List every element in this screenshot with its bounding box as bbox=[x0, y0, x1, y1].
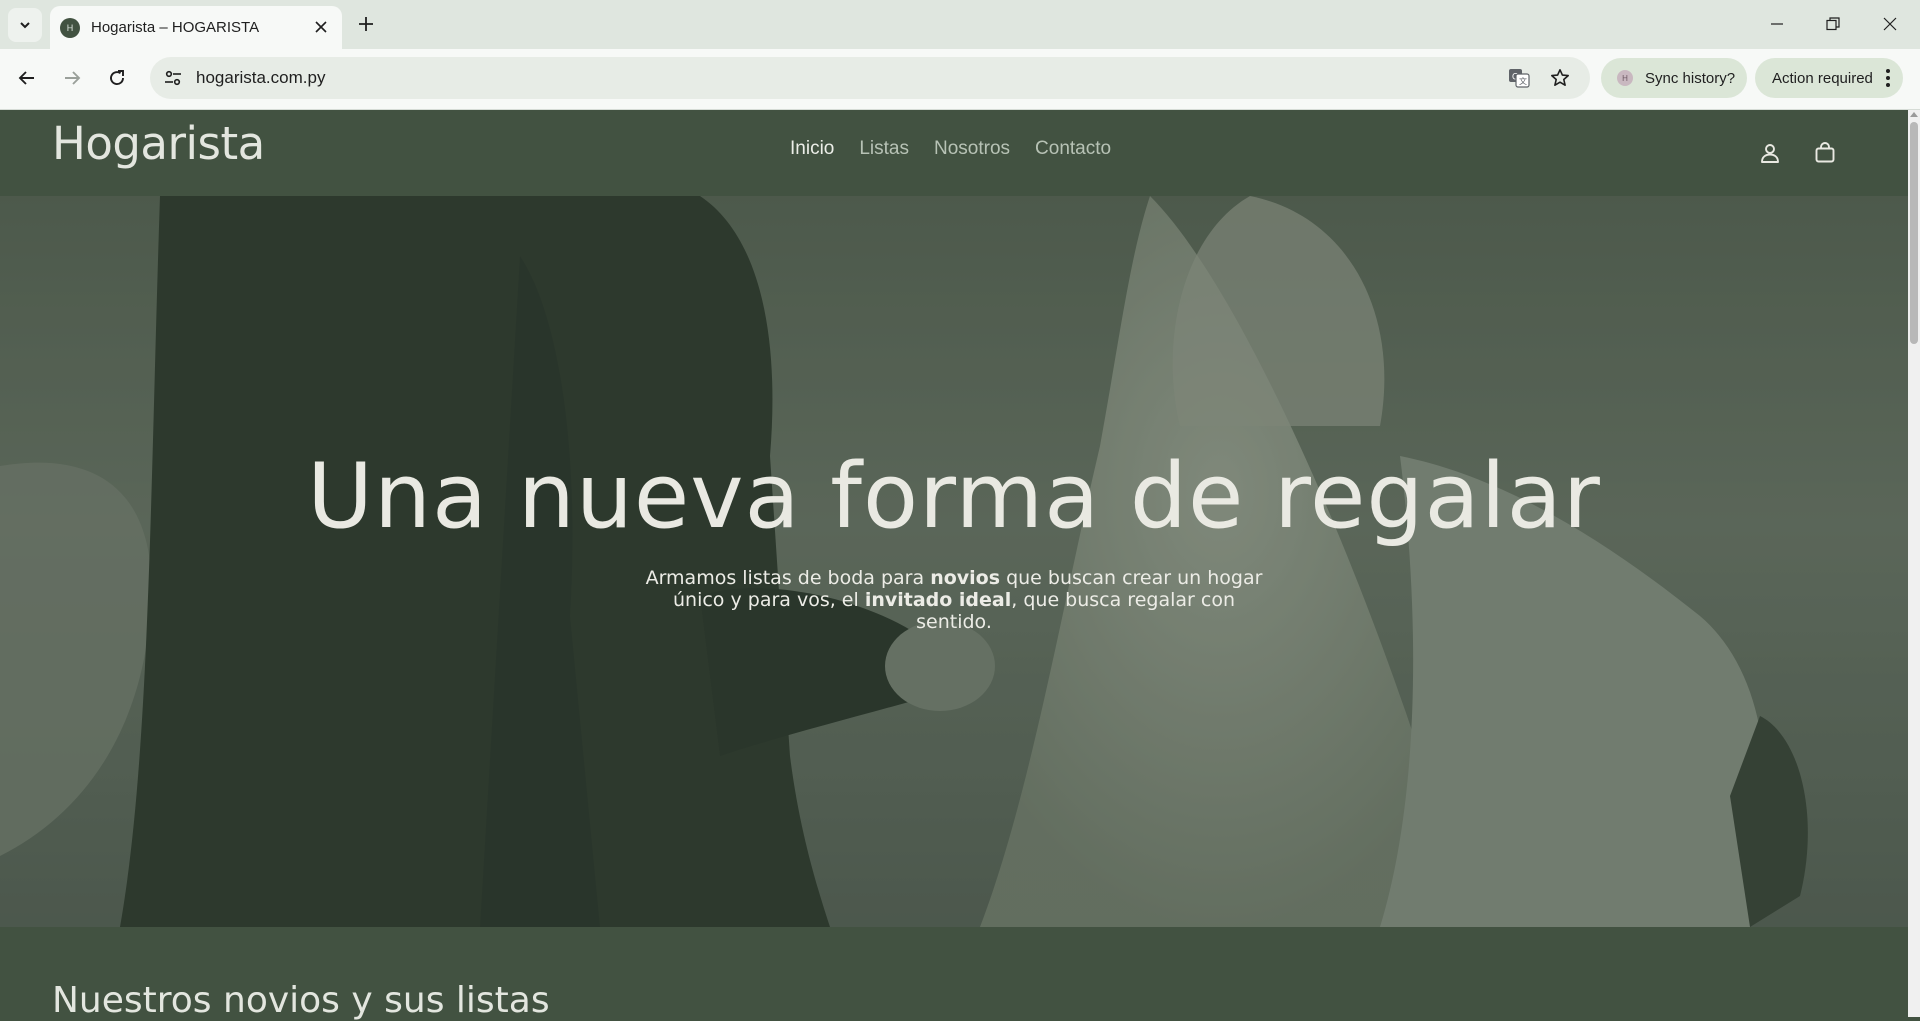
star-icon bbox=[1551, 69, 1569, 86]
site-info-button[interactable] bbox=[162, 67, 184, 89]
profile-avatar: H bbox=[1617, 70, 1633, 86]
close-icon bbox=[315, 21, 327, 33]
scrollbar-thumb[interactable] bbox=[1910, 122, 1918, 344]
site-favicon-icon: H bbox=[60, 17, 80, 38]
minimize-button[interactable] bbox=[1762, 10, 1792, 38]
restore-button[interactable] bbox=[1818, 10, 1848, 38]
reload-icon bbox=[110, 70, 124, 85]
site-header: Hogarista Inicio Listas Nosotros Contact… bbox=[0, 110, 1908, 196]
reload-button[interactable] bbox=[102, 63, 132, 93]
address-bar[interactable]: hogarista.com.py G 文 bbox=[150, 57, 1590, 99]
tab-bar: H Hogarista – HOGARISTA bbox=[0, 0, 1920, 49]
svg-text:文: 文 bbox=[1519, 76, 1527, 86]
more-vert-icon bbox=[1885, 69, 1890, 87]
back-button[interactable] bbox=[12, 63, 42, 93]
bookmark-button[interactable] bbox=[1549, 67, 1571, 89]
arrow-right-icon bbox=[65, 71, 81, 85]
close-icon bbox=[1883, 17, 1897, 31]
hero-title: Una nueva forma de regalar bbox=[307, 444, 1601, 549]
hero-subtitle: Armamos listas de boda para novios que b… bbox=[644, 567, 1264, 633]
hero-banner: Una nueva forma de regalar Armamos lista… bbox=[0, 196, 1908, 927]
tab-title: Hogarista – HOGARISTA bbox=[91, 19, 260, 36]
translate-icon: G 文 bbox=[1509, 69, 1530, 88]
close-window-button[interactable] bbox=[1875, 10, 1905, 38]
tab-close-button[interactable] bbox=[312, 18, 330, 36]
nav-link-inicio[interactable]: Inicio bbox=[790, 138, 834, 160]
translate-button[interactable]: G 文 bbox=[1508, 67, 1530, 89]
nav-link-nosotros[interactable]: Nosotros bbox=[934, 138, 1010, 160]
site-logo[interactable]: Hogarista bbox=[52, 117, 265, 170]
scroll-up-icon[interactable] bbox=[1910, 112, 1918, 117]
main-nav: Inicio Listas Nosotros Contacto bbox=[790, 138, 1111, 160]
browser-toolbar: hogarista.com.py G 文 H Sync history? Act… bbox=[0, 49, 1920, 110]
action-required-label: Action required bbox=[1772, 69, 1873, 87]
hero-subtitle-text: Armamos listas de boda para bbox=[645, 567, 931, 589]
section-title: Nuestros novios y sus listas bbox=[52, 980, 550, 1021]
sync-history-label: Sync history? bbox=[1645, 69, 1736, 87]
minimize-icon bbox=[1771, 23, 1783, 25]
nav-link-contacto[interactable]: Contacto bbox=[1035, 138, 1111, 160]
forward-button[interactable] bbox=[57, 63, 87, 93]
account-button[interactable] bbox=[1757, 140, 1783, 166]
chevron-down-icon bbox=[20, 22, 30, 29]
browser-tab[interactable]: H Hogarista – HOGARISTA bbox=[50, 6, 342, 49]
url-text[interactable]: hogarista.com.py bbox=[196, 68, 325, 88]
hero-subtitle-bold-novios: novios bbox=[930, 567, 1001, 589]
tab-search-button[interactable] bbox=[8, 8, 42, 42]
user-icon bbox=[1761, 144, 1779, 163]
restore-icon bbox=[1826, 17, 1840, 31]
shopping-bag-icon bbox=[1815, 142, 1835, 163]
hero-subtitle-bold-invitado: invitado ideal bbox=[864, 589, 1012, 611]
cart-button[interactable] bbox=[1812, 140, 1838, 166]
tune-icon bbox=[165, 70, 181, 86]
page-scrollbar[interactable] bbox=[1908, 110, 1920, 1017]
action-required-chip[interactable]: Action required bbox=[1755, 58, 1903, 98]
nav-link-listas[interactable]: Listas bbox=[859, 138, 909, 160]
hero-background-image bbox=[0, 196, 1908, 927]
plus-icon bbox=[359, 17, 373, 31]
sync-history-chip[interactable]: H Sync history? bbox=[1601, 58, 1747, 98]
arrow-left-icon bbox=[18, 71, 34, 85]
new-tab-button[interactable] bbox=[352, 10, 380, 38]
